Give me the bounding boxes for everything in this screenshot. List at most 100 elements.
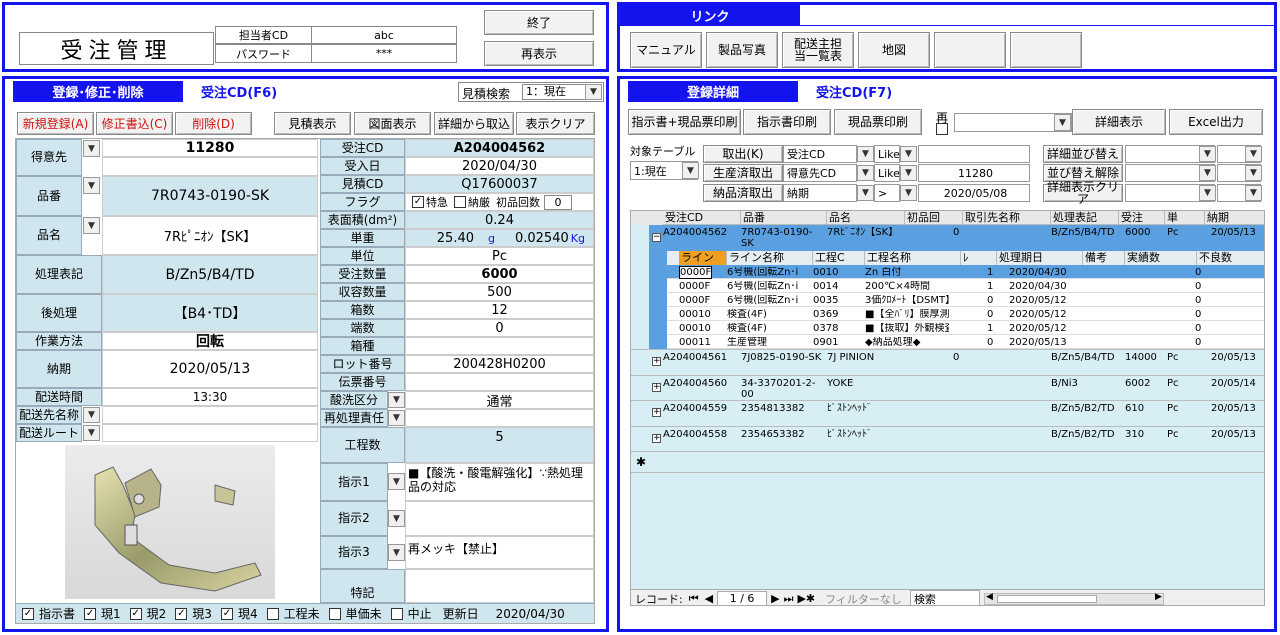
sub-table-row[interactable]: 00010 検査(4F) 0378 ■【抜取】外観検査 1 2020/05/12 0 (667, 321, 1264, 335)
instr3-dropdown-icon[interactable]: ▼ (388, 544, 405, 561)
no-process-checkbox[interactable] (266, 607, 279, 620)
unit-weight-g[interactable]: 25.40 (434, 231, 474, 246)
estimate-cd-field[interactable]: Q17600037 (405, 175, 594, 193)
estimate-button[interactable]: 見積表示 (274, 112, 351, 135)
exit-button[interactable]: 終了 (484, 10, 594, 35)
gen4-checkbox[interactable]: ✓ (220, 607, 233, 620)
scroll-left-icon[interactable]: ◀ (986, 592, 993, 602)
link-product-photo[interactable]: 製品写真 (706, 32, 778, 68)
sort1-dropdown-icon[interactable]: ▼ (1199, 146, 1216, 162)
first-record-icon[interactable]: ⏮ (689, 592, 699, 606)
order-date-field[interactable]: 2020/04/30 (405, 157, 594, 175)
col-header-part[interactable]: 品番 (741, 211, 827, 225)
record-position[interactable]: 1 / 6 (717, 591, 768, 605)
reprocess-field[interactable] (405, 409, 594, 427)
instr3-field[interactable]: 再メッキ【禁止】 (405, 536, 594, 569)
part-no-field[interactable]: 7R0743-0190-SK (102, 176, 318, 216)
expand-icon[interactable]: + (652, 382, 661, 392)
print-instr-button[interactable]: 指示書印刷 (743, 109, 831, 135)
part-name-dropdown-icon[interactable]: ▼ (83, 217, 100, 234)
pickling-field[interactable]: 通常 (405, 391, 594, 410)
surface-field[interactable]: 0.24 (405, 211, 594, 229)
production-fetch-button[interactable]: 生産済取出 (703, 164, 783, 182)
sort2-order-dropdown-icon[interactable]: ▼ (1245, 165, 1262, 181)
filter2-value[interactable]: 11280 (918, 164, 1030, 182)
import-button[interactable]: 詳細から取込 (434, 112, 514, 135)
flag-strict-checkbox[interactable] (454, 196, 466, 208)
estimate-search-dropdown-icon[interactable]: ▼ (585, 84, 602, 100)
table-row[interactable]: + A204004558 2354653382 ﾋﾟｽﾄﾝﾍｯﾄﾞ B/Zn5/B2/T… (631, 425, 1264, 451)
flag-special-checkbox[interactable]: ✓ (412, 196, 424, 208)
col-header-first[interactable]: 初品回 (905, 211, 963, 225)
filter2-field[interactable]: 得意先CD (783, 164, 857, 182)
reprocess-dropdown-icon[interactable]: ▼ (388, 410, 405, 426)
link-map[interactable]: 地図 (858, 32, 930, 68)
reprint-checkbox[interactable] (936, 123, 948, 135)
link-blank-2[interactable] (1010, 32, 1082, 68)
delivery-time-field[interactable]: 13:30 (102, 388, 318, 406)
sub-col-note[interactable]: 備考 (1083, 251, 1125, 265)
filter3-op[interactable]: > (874, 184, 900, 202)
lot-field[interactable]: 200428H0200 (405, 355, 594, 373)
instr1-dropdown-icon[interactable]: ▼ (388, 473, 405, 490)
col-header-unit[interactable]: 単 (1165, 211, 1205, 225)
sub-table-row[interactable]: 00011 生産管理 0901 ◆納品処理◆ 0 2020/05/13 0 (667, 335, 1264, 349)
detail-button[interactable]: 詳細表示 (1072, 109, 1166, 135)
col-header-cd[interactable]: 受注CD (663, 211, 741, 225)
sub-table-row[interactable]: 0000F 6号機(回転Zn･i 0010 Zn 白付 1 2020/04/30 0 (667, 265, 1264, 279)
sub-col-done[interactable]: 実績数 (1125, 251, 1197, 265)
gen1-checkbox[interactable]: ✓ (84, 607, 97, 620)
excel-button[interactable]: Excel出力 (1169, 109, 1263, 135)
filter3-field-dropdown-icon[interactable]: ▼ (857, 185, 874, 201)
new-button[interactable]: 新規登録(A) (17, 112, 94, 135)
qty-field[interactable]: 6000 (405, 265, 594, 283)
clear-button[interactable]: 表示クリア (516, 112, 595, 135)
filter2-op[interactable]: Like (874, 164, 900, 182)
print-all-button[interactable]: 指示書+現品票印刷 (628, 109, 741, 135)
instr-sheet-checkbox[interactable]: ✓ (22, 607, 34, 620)
due-field[interactable]: 2020/05/13 (102, 350, 318, 388)
nav-search-input[interactable]: 検索 (909, 589, 980, 605)
table-row[interactable]: + A204004561 7J0825-0190-SK 7J PINION 0 B/Zn5… (631, 349, 1264, 374)
sub-table-row[interactable]: 0000F 6号機(回転Zn･i 0035 3価ｸﾛﾒｰﾄ【DSMT】 0 2020/05… (667, 293, 1264, 307)
sub-table-row[interactable]: 0000F 6号機(回転Zn･i 0014 200℃×4時間 1 2020/04/30 0 (667, 279, 1264, 293)
sub-col-date[interactable]: 処理期日 (997, 251, 1083, 265)
col-header-due[interactable]: 納期 (1205, 211, 1264, 225)
col-header-process[interactable]: 処理表記 (1051, 211, 1119, 225)
no-price-checkbox[interactable] (328, 607, 341, 620)
expand-icon[interactable]: + (652, 408, 661, 417)
filter1-field-dropdown-icon[interactable]: ▼ (857, 146, 874, 162)
filter2-op-dropdown-icon[interactable]: ▼ (900, 165, 917, 181)
refresh-button[interactable]: 再表示 (484, 41, 594, 66)
prev-record-icon[interactable]: ◀ (705, 592, 713, 605)
table-row[interactable]: + A204004559 2354813382 ﾋﾟｽﾄﾝﾍｯﾄﾞ B/Zn5/B2/T… (631, 400, 1264, 425)
target-table-dropdown-icon[interactable]: ▼ (682, 162, 699, 179)
filter2-field-dropdown-icon[interactable]: ▼ (857, 165, 874, 181)
sort3-order-dropdown-icon[interactable]: ▼ (1245, 185, 1262, 201)
instr1-field[interactable]: ■【酸洗・酸電解強化】∵熱処理品の対応 (405, 463, 594, 501)
sort-clear-button[interactable]: 詳細表示クリア (1043, 181, 1123, 205)
sort3-dropdown-icon[interactable]: ▼ (1199, 185, 1216, 201)
scroll-right-icon[interactable]: ▶ (1155, 592, 1162, 602)
process-field[interactable]: B/Zn5/B4/TD (102, 255, 318, 294)
flag-first-field[interactable]: 0 (544, 194, 572, 210)
sub-col-step-name[interactable]: 工程名称 (865, 251, 961, 265)
delivery-name-field[interactable] (102, 406, 318, 424)
customer-dropdown-icon[interactable]: ▼ (83, 140, 100, 157)
slip-field[interactable] (405, 373, 594, 391)
order-cd-field[interactable]: A204004562 (405, 139, 594, 157)
sub-table-row[interactable]: 00010 検査(4F) 0369 ■【全ﾊﾞﾘ】膜厚測定 0 2020/05/12 0 (667, 307, 1264, 321)
sub-col-line-name[interactable]: ライン名称 (727, 251, 813, 265)
filter3-value[interactable]: 2020/05/08 (918, 184, 1030, 202)
filter-status[interactable]: フィルターなし (825, 591, 902, 606)
password-field[interactable]: *** (311, 44, 457, 63)
link-delivery-list[interactable]: 配送主担当一覧表 (782, 32, 854, 68)
gen3-checkbox[interactable]: ✓ (175, 607, 188, 620)
filter3-op-dropdown-icon[interactable]: ▼ (900, 185, 917, 201)
link-blank-1[interactable] (934, 32, 1006, 68)
fetch-button[interactable]: 取出(K) (703, 145, 783, 163)
filter3-field[interactable]: 納期 (783, 184, 857, 202)
sub-col-line[interactable]: ライン (679, 251, 727, 265)
special-field[interactable] (405, 569, 594, 603)
delete-button[interactable]: 削除(D) (175, 112, 252, 135)
